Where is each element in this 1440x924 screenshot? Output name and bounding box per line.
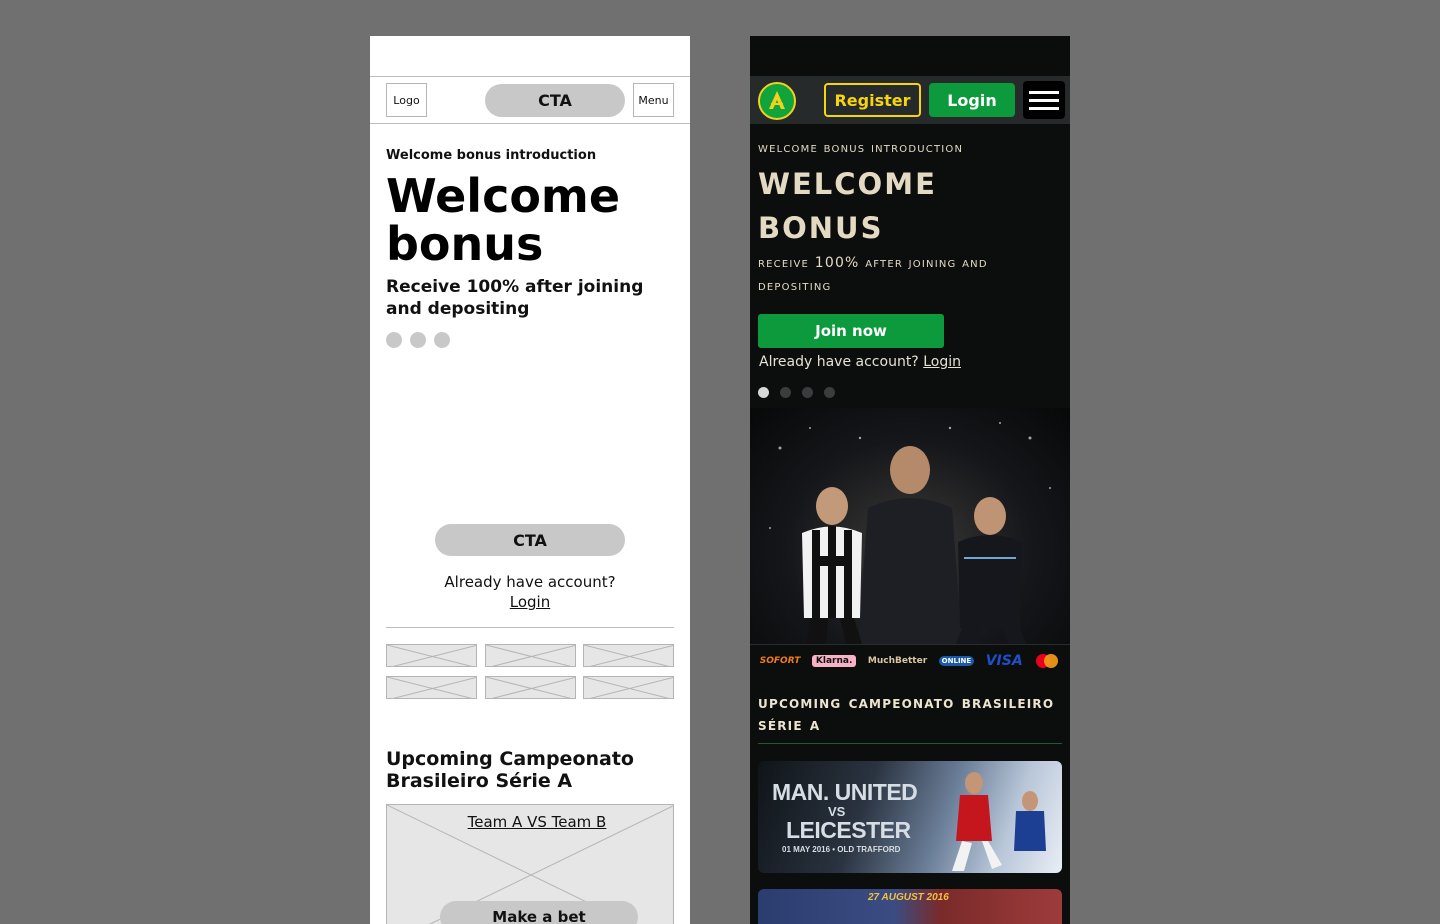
section-divider [758,743,1062,744]
headline: Welcome bonus [758,155,937,248]
wire-cta-button[interactable]: CTA [435,524,625,556]
wire-make-bet-button[interactable]: Make a bet [440,901,638,924]
wire-match-card[interactable]: Team A VS Team B Make a bet [386,804,674,924]
register-button[interactable]: Register [824,83,921,117]
hero-players-image [750,408,1070,644]
payment-visa: VISA [985,652,1023,669]
hamburger-menu-icon[interactable] [1023,81,1065,119]
carousel-dot[interactable] [386,332,402,348]
subheadline: Receive 100% after joining and depositin… [758,255,988,294]
wire-subheadline: Receive 100% after joining and depositin… [386,277,644,319]
login-link[interactable]: Login [923,354,961,370]
payment-muchbetter: MuchBetter [867,655,928,666]
carousel-dot[interactable] [824,387,835,398]
wire-payment-placeholder [485,644,576,667]
carousel-dot[interactable] [410,332,426,348]
match-team-a: MAN. UNITED [772,779,918,805]
match-date: 27 AUGUST 2016 [868,892,949,903]
join-now-button[interactable]: Join now [758,314,944,348]
status-bar [750,36,1070,76]
wire-match-title[interactable]: Team A VS Team B [387,813,673,831]
payment-klarna: Klarna. [811,654,857,667]
payment-methods-bar: SOFORT Klarna. MuchBetter ONLINE VISA [750,644,1070,676]
wire-menu-button[interactable]: Menu [633,83,674,117]
carousel-dot[interactable] [780,387,791,398]
wire-cta-button-top[interactable]: CTA [485,84,625,117]
carousel-dot[interactable] [802,387,813,398]
wire-have-account-text: Already have account? [444,573,616,591]
carousel-dot-active[interactable] [758,387,769,398]
wire-payment-placeholder [485,676,576,699]
match-card[interactable]: 27 AUGUST 2016 [758,889,1062,924]
match-date: 01 MAY 2016 • OLD TRAFFORD [782,845,901,854]
wire-payment-placeholder [583,644,674,667]
design-phone: Register Login Welcome bonus introductio… [750,36,1070,924]
mastercard-icon [1036,653,1059,668]
wire-intro-label: Welcome bonus introduction [386,148,597,163]
section-title: Upcoming Campeonato Brasileiro Série A [758,693,1055,735]
match-card[interactable]: MAN. UNITED VS LEICESTER 01 MAY 2016 • O… [758,761,1062,873]
wire-logo[interactable]: Logo [386,83,427,117]
carousel-dot[interactable] [434,332,450,348]
match-players-image [952,772,1046,871]
wire-login-link[interactable]: Login [370,592,690,612]
wire-payment-placeholder [583,676,674,699]
intro-label: Welcome bonus introduction [758,140,964,156]
wire-headline: Welcome bonus [386,169,621,271]
wireframe-phone: Logo CTA Menu Welcome bonus introduction… [370,36,690,924]
wire-payment-placeholder [386,644,477,667]
wire-section-title: Upcoming Campeonato Brasileiro Série A [386,748,634,792]
brand-emblem-icon [769,91,785,109]
have-account-label: Already have account? [759,354,919,370]
carousel-dots [758,387,835,398]
brand-logo[interactable] [758,82,796,120]
wire-divider [386,627,674,628]
payment-sofort: SOFORT [759,655,801,666]
wire-carousel-dots [386,332,450,348]
have-account-text: Already have account? Login [759,354,961,370]
match-team-b: LEICESTER [786,817,911,843]
payment-online: ONLINE [938,655,975,666]
wire-navbar: Logo CTA Menu [370,76,690,124]
navbar: Register Login [750,76,1070,124]
login-button[interactable]: Login [929,83,1015,117]
wire-payment-placeholder [386,676,477,699]
